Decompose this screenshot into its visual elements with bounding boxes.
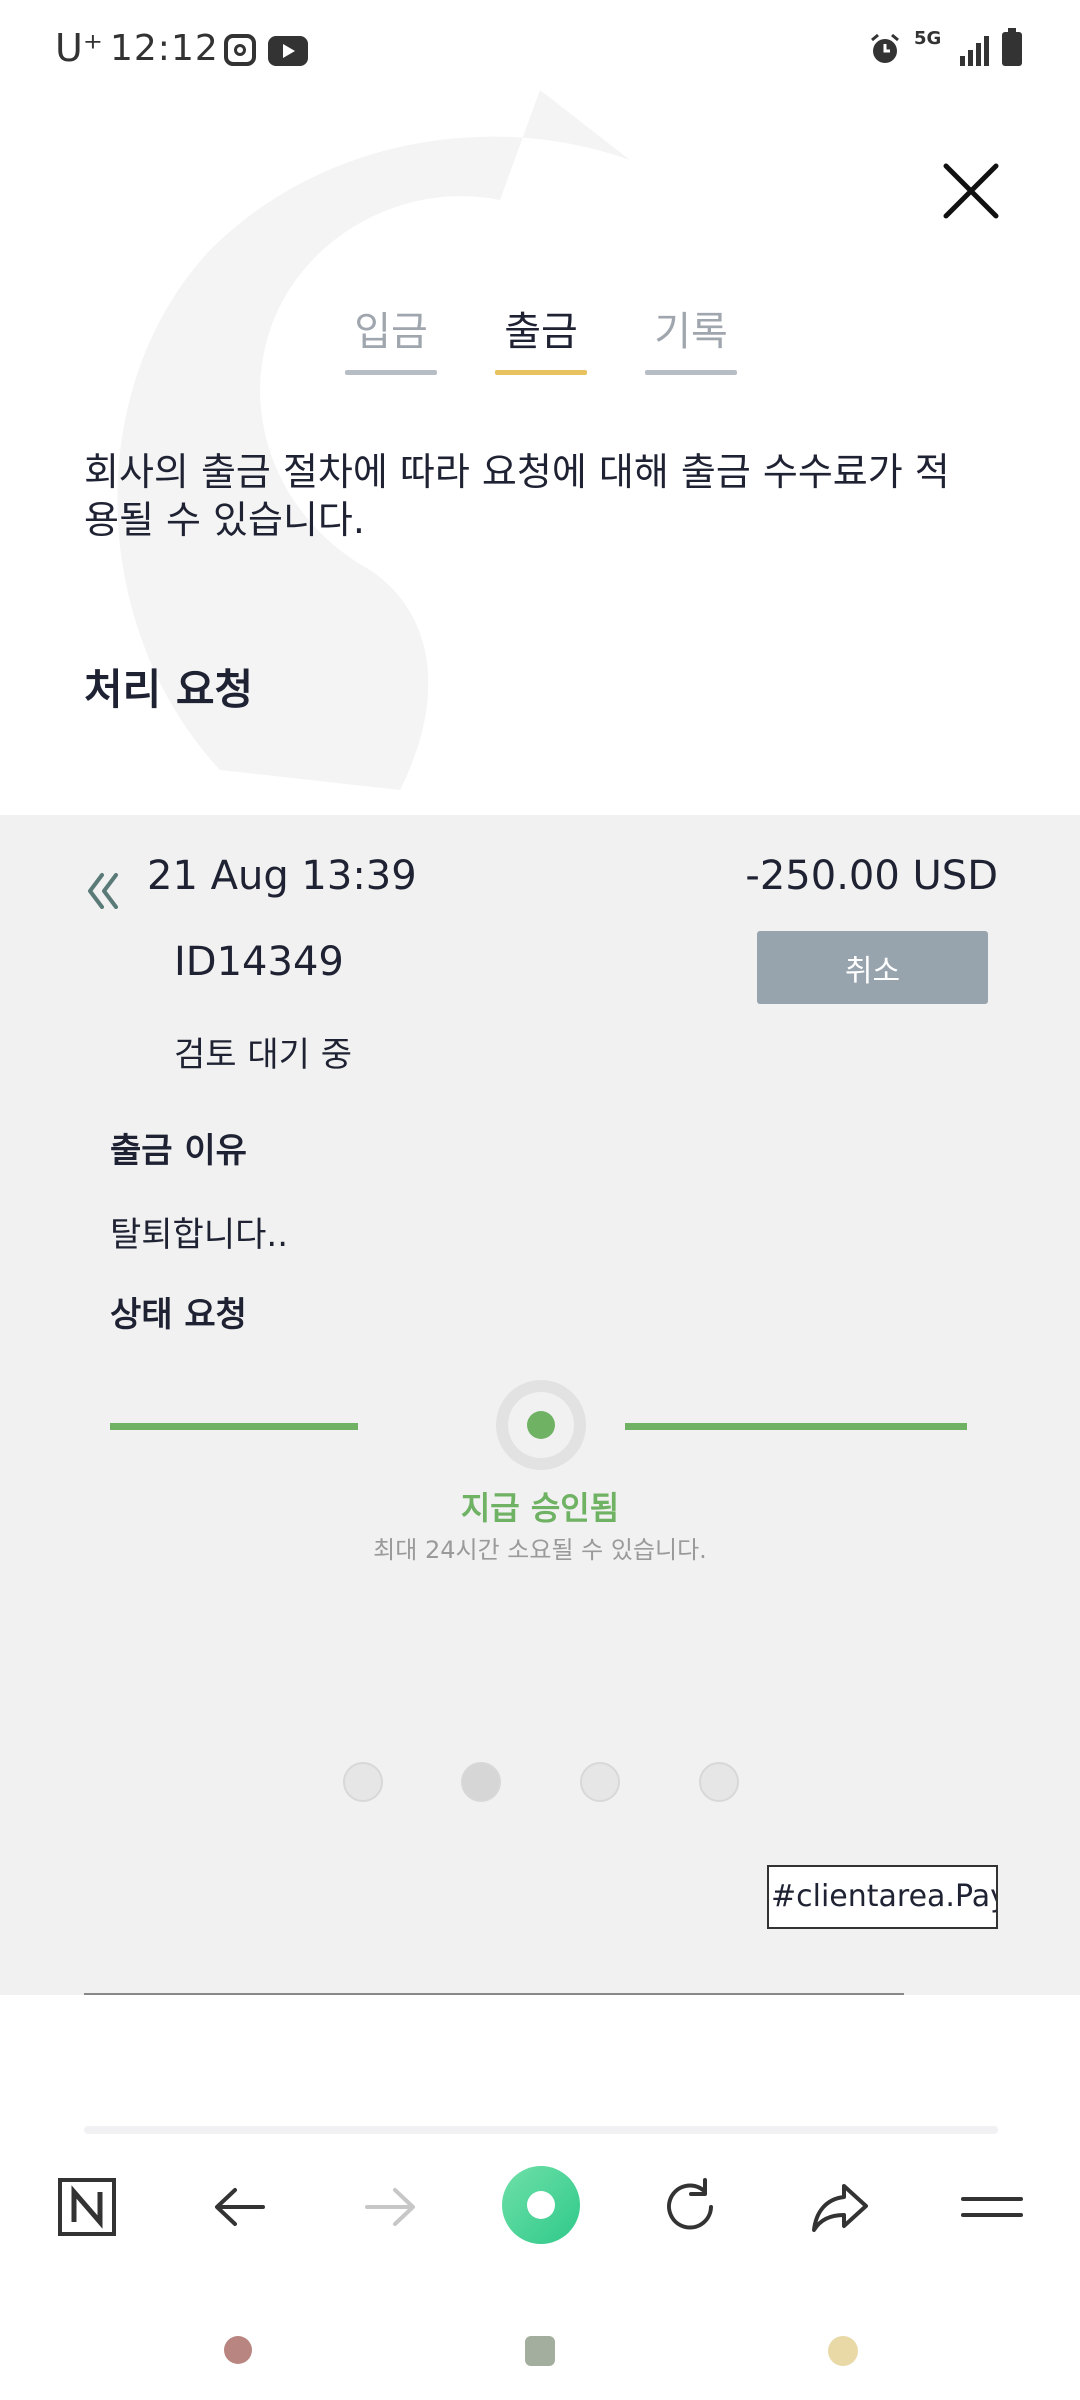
battery-icon	[1002, 28, 1022, 66]
clock-time: 12:12	[110, 28, 219, 69]
status-bar: U⁺ 12:12 5G	[0, 0, 1080, 100]
request-amount: -250.00 USD	[745, 853, 998, 899]
request-id: ID14349	[174, 939, 344, 985]
alarm-icon	[871, 33, 899, 63]
request-status: 검토 대기 중	[174, 1035, 353, 1075]
reason-value: 탈퇴합니다..	[110, 1215, 289, 1255]
progress-title: 지급 승인됨	[460, 1489, 620, 1527]
youtube-icon	[268, 36, 308, 66]
tab-bar: 입금 출금 기록	[345, 300, 745, 390]
withdraw-fee-notice: 회사의 출금 절차에 따라 요청에 대해 출금 수수료가 적용될 수 있습니다.	[84, 450, 950, 542]
request-panel: 21 Aug 13:39 -250.00 USD ID14349 취소 검토 대…	[0, 815, 1080, 1995]
tab-withdraw[interactable]: 출금	[495, 300, 587, 375]
pager-dot[interactable]	[343, 1762, 383, 1802]
tab-deposit[interactable]: 입금	[345, 300, 437, 375]
progress-step-indicator	[496, 1380, 586, 1470]
section-title: 처리 요청	[84, 665, 254, 714]
instagram-icon	[224, 34, 256, 66]
tab-underline	[645, 370, 737, 375]
clientarea-anchor-label: #clientarea.Payr	[767, 1865, 998, 1929]
pager-dot[interactable]	[580, 1762, 620, 1802]
tab-underline	[495, 370, 587, 375]
pager-dot[interactable]	[699, 1762, 739, 1802]
reload-icon[interactable]	[655, 2172, 725, 2242]
naver-n-icon[interactable]	[52, 2172, 122, 2242]
arrow-left-icon[interactable]	[205, 2172, 275, 2242]
system-nav-bar	[0, 2272, 1080, 2400]
network-5g-icon: 5G	[914, 28, 942, 49]
double-chevron-left-icon[interactable]	[84, 869, 124, 909]
signal-icon	[960, 36, 989, 66]
state-label: 상태 요청	[110, 1295, 247, 1335]
progress-line-left	[110, 1423, 358, 1430]
tab-label: 입금	[354, 309, 428, 355]
request-date: 21 Aug 13:39	[147, 853, 417, 899]
tab-history[interactable]: 기록	[645, 300, 737, 375]
browser-toolbar	[0, 2142, 1080, 2272]
back-button[interactable]	[828, 2336, 858, 2366]
carrier-label: U⁺	[55, 26, 103, 70]
recent-apps-button[interactable]	[224, 2336, 252, 2364]
menu-icon[interactable]	[957, 2172, 1027, 2242]
cancel-button[interactable]: 취소	[757, 931, 988, 1004]
divider	[84, 1993, 904, 1995]
pager-dot-active[interactable]	[461, 1762, 501, 1802]
content-edge	[84, 2126, 998, 2134]
reason-label: 출금 이유	[110, 1131, 247, 1171]
home-circle-icon[interactable]	[502, 2166, 580, 2244]
progress-subtitle: 최대 24시간 소요될 수 있습니다.	[373, 1536, 707, 1564]
arrow-right-icon[interactable]	[355, 2172, 425, 2242]
home-button[interactable]	[525, 2336, 555, 2366]
share-icon[interactable]	[806, 2172, 876, 2242]
progress-line-right	[625, 1423, 967, 1430]
tab-underline	[345, 370, 437, 375]
tab-label: 기록	[654, 309, 728, 355]
close-icon[interactable]	[940, 160, 1002, 222]
tab-label: 출금	[504, 309, 578, 355]
